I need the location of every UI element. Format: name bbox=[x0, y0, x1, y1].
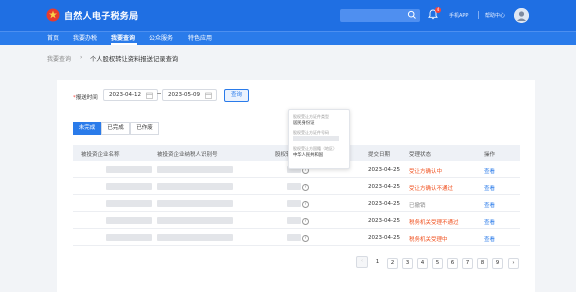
end-date-value: 2023-05-09 bbox=[168, 92, 200, 98]
header-divider bbox=[478, 11, 479, 19]
row-status: 税务机关受理不通过 bbox=[409, 220, 459, 226]
mobile-app-link[interactable]: 手机APP bbox=[449, 12, 468, 19]
tax-emblem-logo bbox=[46, 8, 60, 22]
redacted-transferee bbox=[287, 200, 301, 207]
user-avatar-icon bbox=[514, 8, 529, 23]
calendar-icon bbox=[205, 92, 212, 99]
pagination-prev[interactable]: ‹ bbox=[356, 256, 368, 268]
col-status: 受理状态 bbox=[409, 152, 432, 158]
view-link[interactable]: 查看 bbox=[484, 218, 495, 226]
tooltip-id-type-value: 居民身份证 bbox=[293, 121, 315, 126]
start-date-value: 2023-04-12 bbox=[109, 92, 141, 98]
active-nav-indicator bbox=[111, 43, 137, 45]
tab-voided[interactable]: 已作废 bbox=[130, 122, 159, 135]
end-date-input[interactable]: 2023-05-09 bbox=[162, 89, 217, 101]
redacted-transferee bbox=[287, 183, 301, 190]
row-date: 2023-04-25 bbox=[368, 235, 400, 241]
question-icon[interactable]: ? bbox=[302, 218, 309, 225]
view-link[interactable]: 查看 bbox=[484, 167, 495, 175]
date-range-separator bbox=[157, 93, 161, 94]
page-2[interactable]: 2 bbox=[387, 258, 398, 269]
pagination-next[interactable]: › bbox=[508, 258, 519, 269]
col-company-name: 被投资企业名称 bbox=[81, 152, 120, 158]
date-filter-label-text: 报送时间 bbox=[75, 95, 98, 101]
redacted-taxpayer-id bbox=[157, 166, 233, 173]
row-status: 已撤销 bbox=[409, 203, 426, 209]
row-date: 2023-04-25 bbox=[368, 218, 400, 224]
notification-badge: 4 bbox=[435, 7, 441, 13]
redacted-transferee bbox=[287, 217, 301, 224]
page-1[interactable]: 1 bbox=[372, 258, 383, 269]
nav-featured-apps[interactable]: 特色应用 bbox=[188, 33, 212, 42]
row-date: 2023-04-25 bbox=[368, 167, 400, 173]
redacted-taxpayer-id bbox=[157, 200, 233, 207]
start-date-input[interactable]: 2023-04-12 bbox=[103, 89, 158, 101]
query-button[interactable]: 查询 bbox=[224, 89, 249, 102]
row-date: 2023-04-25 bbox=[368, 201, 400, 207]
col-taxpayer-id: 被投资企业纳税人识别号 bbox=[157, 152, 218, 158]
row-date: 2023-04-25 bbox=[368, 184, 400, 190]
redacted-company-name bbox=[106, 166, 152, 173]
page-5[interactable]: 5 bbox=[432, 258, 443, 269]
tooltip-nationality-value: 中华人民共和国 bbox=[293, 153, 324, 158]
redacted-taxpayer-id bbox=[157, 183, 233, 190]
nav-public-service[interactable]: 公众服务 bbox=[149, 33, 173, 42]
breadcrumb-separator: › bbox=[80, 54, 83, 61]
redacted-taxpayer-id bbox=[157, 234, 233, 241]
redacted-taxpayer-id bbox=[157, 217, 233, 224]
tab-incomplete[interactable]: 未完成 bbox=[73, 122, 101, 135]
app-title: 自然人电子税务局 bbox=[64, 12, 139, 22]
page-title: 个人股权转让资料报送记录查询 bbox=[90, 56, 179, 63]
nav-tax-handling[interactable]: 我要办税 bbox=[73, 33, 97, 42]
row-status: 受让方确认中 bbox=[409, 169, 443, 175]
row-status: 税务机关受理中 bbox=[409, 237, 448, 243]
nav-query[interactable]: 我要查询 bbox=[111, 33, 135, 42]
search-icon[interactable] bbox=[407, 10, 417, 20]
avatar[interactable] bbox=[514, 8, 529, 23]
col-action: 操作 bbox=[484, 152, 496, 158]
question-icon[interactable]: ? bbox=[302, 184, 309, 191]
breadcrumb-parent[interactable]: 我要查询 bbox=[47, 54, 71, 63]
page-9[interactable]: 9 bbox=[492, 258, 503, 269]
redacted-company-name bbox=[106, 200, 152, 207]
page-4[interactable]: 4 bbox=[417, 258, 428, 269]
page-6[interactable]: 6 bbox=[447, 258, 458, 269]
nav-home[interactable]: 首页 bbox=[47, 33, 59, 42]
col-submit-date: 提交日期 bbox=[368, 152, 391, 158]
tab-completed[interactable]: 已完成 bbox=[101, 122, 130, 135]
view-link[interactable]: 查看 bbox=[484, 184, 495, 192]
calendar-icon bbox=[146, 92, 153, 99]
help-center-link[interactable]: 帮助中心 bbox=[485, 12, 505, 19]
row-status: 受让方确认不通过 bbox=[409, 186, 454, 192]
page-3[interactable]: 3 bbox=[402, 258, 413, 269]
view-link[interactable]: 查看 bbox=[484, 235, 495, 243]
redacted-transferee bbox=[287, 234, 301, 241]
page-8[interactable]: 8 bbox=[477, 258, 488, 269]
question-icon[interactable]: ? bbox=[302, 235, 309, 242]
redacted-id-number bbox=[293, 136, 339, 141]
question-icon[interactable]: ? bbox=[302, 201, 309, 208]
redacted-company-name bbox=[106, 183, 152, 190]
date-filter-label: *报送时间 bbox=[73, 93, 98, 101]
redacted-company-name bbox=[106, 217, 152, 224]
view-link[interactable]: 查看 bbox=[484, 201, 495, 209]
redacted-company-name bbox=[106, 234, 152, 241]
transferee-info-tooltip: 股权受让方证件类型 居民身份证 股权受让方证件号码 股权受让方国籍（地区） 中华… bbox=[288, 109, 350, 169]
page-7[interactable]: 7 bbox=[462, 258, 473, 269]
